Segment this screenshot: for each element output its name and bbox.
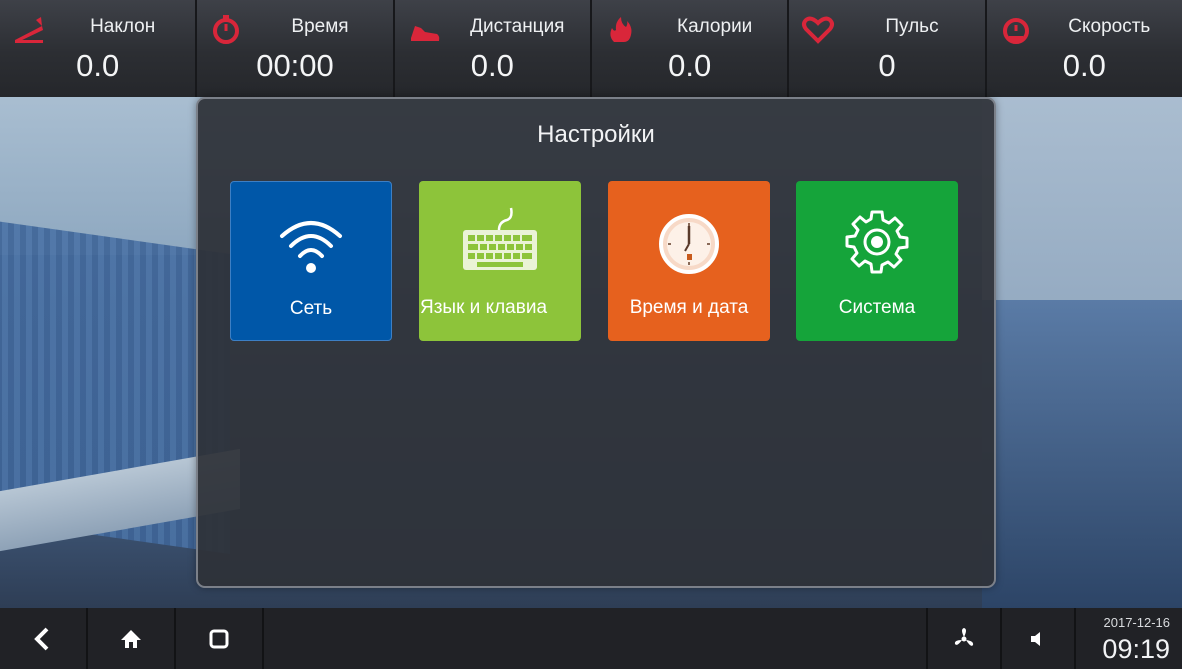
stat-incline-value: 0.0 (76, 48, 120, 83)
stat-speed-value: 0.0 (1062, 48, 1106, 83)
clock: 2017-12-16 09:19 (1076, 608, 1182, 669)
dialog-title: Настройки (537, 121, 655, 148)
stat-speed-label: Скорость (1068, 16, 1151, 37)
flame-icon (610, 17, 632, 42)
system-tile-label: Система (838, 297, 916, 318)
stat-pulse-label: Пульс (885, 16, 939, 37)
incline-icon (15, 17, 43, 43)
keyboard-icon (463, 207, 537, 270)
clock-date: 2017-12-16 (1103, 615, 1171, 630)
stat-calories-value: 0.0 (668, 48, 712, 83)
shoe-icon (410, 26, 439, 41)
back-button[interactable] (0, 608, 88, 669)
volume-button[interactable] (1002, 608, 1076, 669)
stat-distance: Дистанция 0.0 (394, 0, 592, 97)
network-tile-label: Сеть (289, 298, 333, 319)
stopwatch-icon (213, 15, 240, 44)
recent-apps-icon (209, 629, 229, 648)
gear-icon (845, 210, 909, 274)
volume-icon (1031, 631, 1040, 646)
stat-speed: Скорость 0.0 (986, 0, 1182, 97)
navbar-spacer (264, 608, 928, 669)
clock-time: 09:19 (1102, 634, 1170, 664)
network-tile[interactable]: Сеть (230, 181, 392, 341)
stat-distance-label: Дистанция (470, 16, 565, 37)
stat-time-value: 00:00 (256, 48, 334, 83)
stat-pulse-value: 0 (878, 48, 896, 83)
stat-incline-label: Наклон (90, 16, 156, 37)
stat-time: Время 00:00 (197, 0, 395, 97)
stat-pulse: Пульс 0 (789, 0, 987, 97)
recent-apps-button[interactable] (176, 608, 264, 669)
stat-calories-label: Калории (677, 16, 753, 37)
language-keyboard-tile[interactable]: Язык и клавиа (419, 181, 581, 341)
clock-icon (659, 214, 719, 274)
stat-calories: Калории 0.0 (591, 0, 790, 97)
speedometer-icon (1002, 18, 1029, 44)
navigation-bar: 2017-12-16 09:19 (0, 608, 1182, 669)
home-button[interactable] (88, 608, 176, 669)
date-time-tile[interactable]: Время и дата (608, 181, 770, 341)
fan-button[interactable] (928, 608, 1002, 669)
date-time-tile-label: Время и дата (629, 297, 749, 318)
settings-dialog: Настройки Сеть Язык и клавиа Время и дат… (196, 97, 996, 588)
back-icon (34, 627, 49, 650)
home-icon (121, 629, 141, 648)
wifi-icon (280, 221, 342, 273)
fan-icon (954, 627, 974, 646)
stats-bar: Наклон 0.0 Время 00:00 Дистанция 0.0 Кал… (0, 0, 1182, 97)
language-keyboard-tile-label: Язык и клавиа (420, 297, 548, 318)
stat-time-label: Время (291, 16, 349, 37)
heart-icon (802, 16, 835, 44)
system-tile[interactable]: Система (796, 181, 958, 341)
stat-distance-value: 0.0 (470, 48, 514, 83)
stat-incline: Наклон 0.0 (0, 0, 198, 97)
